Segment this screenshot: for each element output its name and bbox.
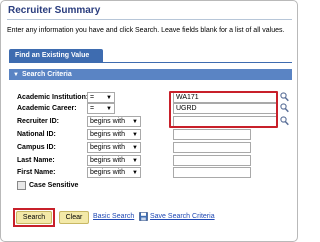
title-divider [7,19,292,20]
national-id-operator[interactable]: begins with ▼ [87,129,141,140]
search-button[interactable]: Search [16,211,52,224]
case-sensitive-label: Case Sensitive [29,182,79,189]
tab-divider [9,62,292,63]
basic-search-link[interactable]: Basic Search [93,213,134,220]
recruiter-id-lookup-icon[interactable] [280,116,289,126]
last-name-label: Last Name: [17,157,55,164]
academic-institution-lookup-icon[interactable] [280,92,289,102]
academic-career-operator[interactable]: = ▼ [87,103,115,114]
chevron-down-icon: ▼ [132,158,138,164]
first-name-operator[interactable]: begins with ▼ [87,167,141,178]
chevron-down-icon: ▼ [132,132,138,138]
chevron-down-icon: ▼ [106,95,112,101]
campus-id-operator[interactable]: begins with ▼ [87,142,141,153]
operator-value: begins with [90,169,126,176]
save-icon[interactable] [139,212,148,221]
chevron-down-icon: ▼ [106,106,112,112]
chevron-down-icon: ▼ [132,170,138,176]
academic-career-lookup-icon[interactable] [280,103,289,113]
operator-value: begins with [90,157,126,164]
campus-id-label: Campus ID: [17,144,56,151]
national-id-label: National ID: [17,131,56,138]
national-id-input[interactable] [173,129,251,140]
operator-value: begins with [90,144,126,151]
clear-button[interactable]: Clear [59,211,89,224]
page-title: Recruiter Summary [8,5,101,16]
chevron-down-icon: ▼ [132,145,138,151]
academic-institution-operator[interactable]: = ▼ [87,92,115,103]
instructions-text: Enter any information you have and click… [7,27,285,34]
operator-value: = [90,105,95,112]
academic-institution-label: Academic Institution: [17,94,89,101]
recruiter-id-label: Recruiter ID: [17,118,60,125]
case-sensitive-checkbox[interactable] [17,181,26,190]
recruiter-summary-panel: Recruiter Summary Enter any information … [0,0,298,242]
academic-career-label: Academic Career: [17,105,77,112]
section-label: Search Criteria [21,71,72,78]
first-name-label: First Name: [17,169,56,176]
operator-value: begins with [90,131,126,138]
search-criteria-header[interactable]: ▼ Search Criteria [9,69,292,80]
chevron-down-icon: ▼ [132,119,138,125]
institution-career-highlight [169,91,278,128]
save-search-criteria-link[interactable]: Save Search Criteria [150,213,215,220]
recruiter-id-operator[interactable]: begins with ▼ [87,116,141,127]
campus-id-input[interactable] [173,142,251,153]
last-name-input[interactable] [173,155,251,166]
tab-find-existing-value[interactable]: Find an Existing Value [9,49,103,62]
operator-value: begins with [90,118,126,125]
first-name-input[interactable] [173,167,251,178]
triangle-down-icon: ▼ [13,72,19,78]
last-name-operator[interactable]: begins with ▼ [87,155,141,166]
operator-value: = [90,94,95,101]
